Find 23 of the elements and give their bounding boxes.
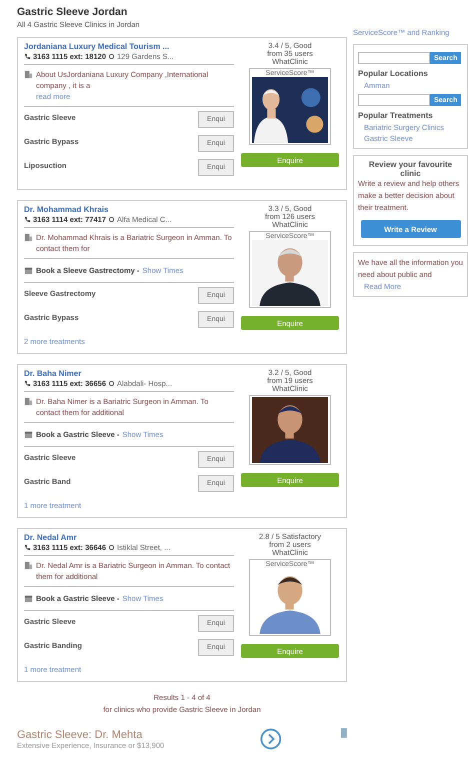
clinic-name-link[interactable]: Dr. Mohammad Khrais [24,205,234,214]
phone-icon [24,53,31,60]
phone-icon [24,544,31,551]
ad-title: Gastric Sleeve: Dr. Mehta [17,728,144,740]
chevron-right-icon[interactable] [260,728,282,750]
review-heading: Review your favourite clinic [368,160,454,178]
building-icon [24,397,33,406]
phone-icon [24,380,31,387]
section-heading: Popular Treatments [358,111,434,120]
calendar-icon [24,266,33,275]
page-title: Gastric Sleeve Jordan [17,6,128,18]
calendar-icon [24,430,33,439]
clinic-name-link[interactable]: Dr. Baha Nimer [24,369,234,378]
building-icon [24,561,33,570]
clinic-name-link[interactable]: Jordaniana Luxury Medical Tourism ... [24,42,234,51]
search-field[interactable] [358,52,430,64]
building-icon [24,70,33,79]
building-icon [24,233,33,242]
search-field[interactable] [358,94,430,106]
calendar-icon [24,594,33,603]
clinic-name-link[interactable]: Dr. Nedal Amr [24,533,234,542]
section-heading: Popular Locations [358,69,429,78]
phone-icon [24,216,31,223]
